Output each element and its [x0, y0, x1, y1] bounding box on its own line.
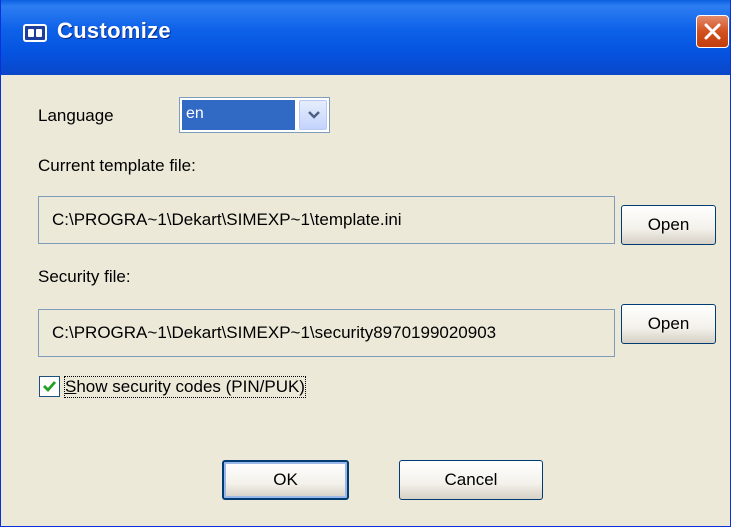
title-bar[interactable]: Customize	[1, 0, 730, 75]
sim-card-icon	[23, 24, 47, 42]
checkmark-icon	[43, 381, 57, 393]
customize-dialog: Customize Language en Current template f…	[0, 0, 731, 527]
cancel-button[interactable]: Cancel	[399, 460, 543, 500]
language-label: Language	[38, 106, 114, 125]
show-security-codes-label[interactable]: Show security codes (PIN/PUK)	[64, 376, 306, 398]
dropdown-button[interactable]	[299, 100, 327, 130]
open-security-button[interactable]: Open	[621, 304, 716, 344]
security-file-path: C:\PROGRA~1\Dekart\SIMEXP~1\security8970…	[38, 309, 615, 357]
chevron-down-icon	[308, 111, 320, 119]
language-dropdown[interactable]: en	[179, 97, 330, 133]
window-title: Customize	[57, 18, 171, 43]
open-template-button[interactable]: Open	[621, 205, 716, 245]
language-value: en	[182, 100, 295, 130]
template-file-path: C:\PROGRA~1\Dekart\SIMEXP~1\template.ini	[38, 196, 615, 244]
close-button[interactable]	[696, 15, 729, 48]
security-file-label: Security file:	[38, 267, 131, 286]
close-icon	[704, 23, 721, 40]
show-security-codes-checkbox[interactable]	[39, 376, 60, 397]
template-file-label: Current template file:	[38, 156, 196, 175]
ok-button[interactable]: OK	[222, 460, 349, 500]
